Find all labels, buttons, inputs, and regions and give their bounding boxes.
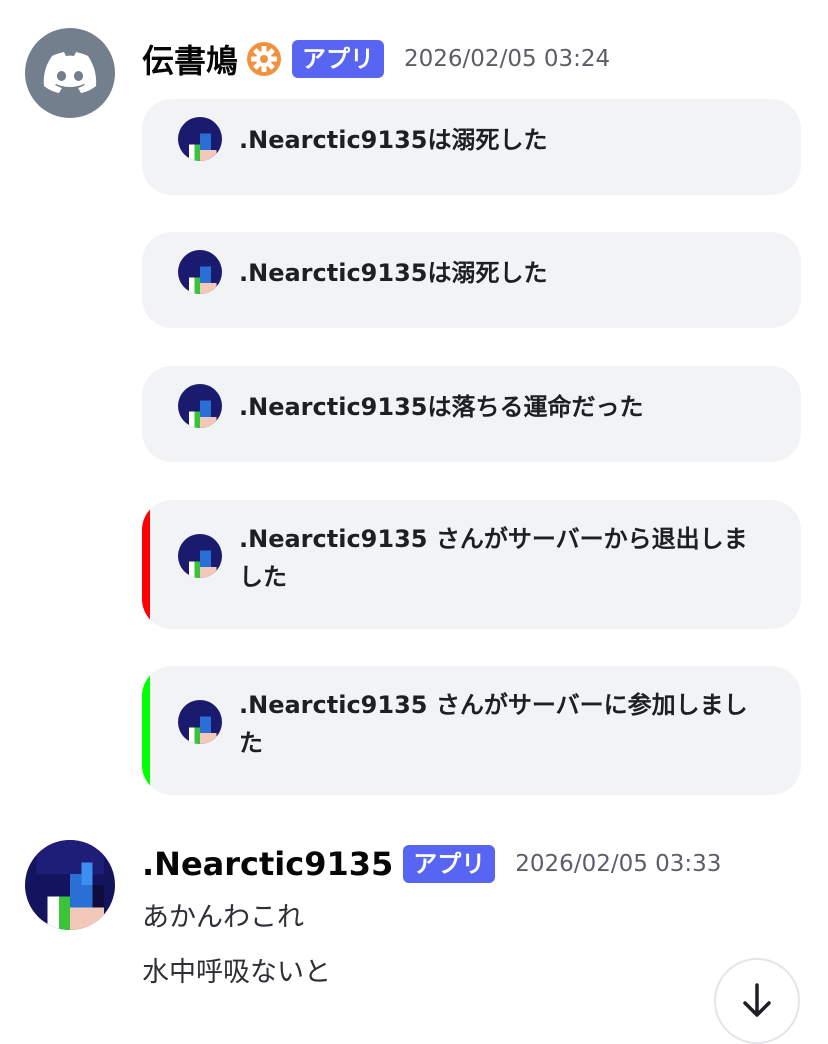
timestamp: 2026/02/05 03:24 [404,46,611,72]
user-avatar-icon [178,250,222,294]
timestamp: 2026/02/05 03:33 [515,851,722,877]
username[interactable]: .Nearctic9135 [142,845,393,883]
embed-text: .Nearctic9135は溺死した [239,259,548,287]
message-text: 水中呼吸ないと [142,957,331,988]
embed-card-leave[interactable]: .Nearctic9135 さんがサーバーから退出しました [142,500,801,629]
embed-text: .Nearctic9135 さんがサーバーに参加しました [239,691,748,757]
arrow-down-icon [743,983,771,1017]
gear-icon [246,41,282,77]
embed-card[interactable]: .Nearctic9135は落ちる運命だった [142,366,801,462]
embed-text: .Nearctic9135は落ちる運命だった [239,393,644,421]
message-text: あかんわこれ [142,902,304,933]
embed-card-join[interactable]: .Nearctic9135 さんがサーバーに参加しました [142,666,801,795]
accent-bar [142,500,150,629]
user-avatar-icon [178,384,222,428]
app-badge: アプリ [292,40,385,78]
embed-text: .Nearctic9135 さんがサーバーから退出しました [239,525,748,591]
user-avatar-icon [178,700,222,744]
user-avatar-icon [178,117,222,161]
embed-text: .Nearctic9135は溺死した [239,126,548,154]
user-avatar-icon [178,534,222,578]
username[interactable]: 伝書鳩 [142,36,238,82]
scroll-to-bottom-button[interactable] [714,958,800,1044]
discord-logo-icon[interactable] [25,28,115,118]
accent-bar [142,666,150,795]
embed-card[interactable]: .Nearctic9135は溺死した [142,232,801,328]
embed-card[interactable]: .Nearctic9135は溺死した [142,99,801,195]
message-header: .Nearctic9135 アプリ 2026/02/05 03:33 [142,845,721,883]
app-badge: アプリ [403,845,496,883]
user-avatar[interactable] [25,840,115,930]
message-header: 伝書鳩 アプリ 2026/02/05 03:24 [142,36,610,82]
